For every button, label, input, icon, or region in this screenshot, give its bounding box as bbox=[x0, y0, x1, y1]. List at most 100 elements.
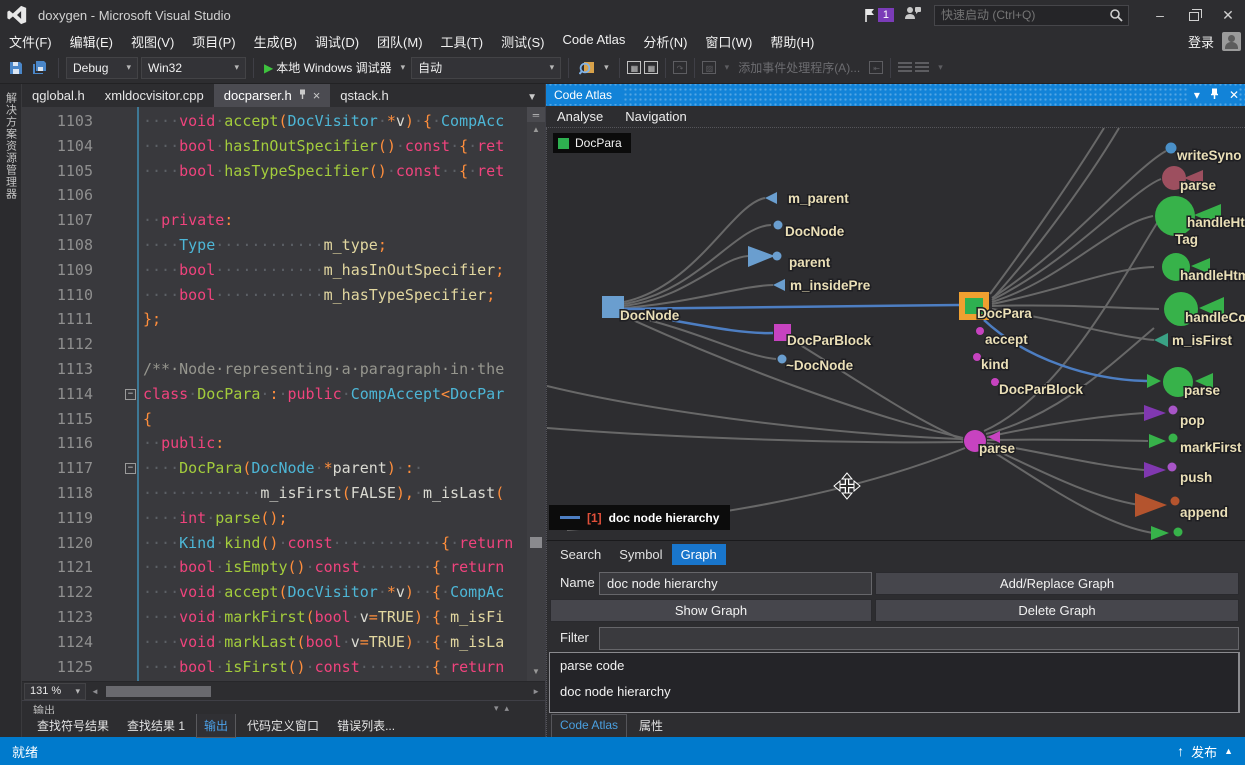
graph-node-kind[interactable] bbox=[973, 353, 981, 361]
graph-list-item[interactable]: doc node hierarchy bbox=[550, 679, 1238, 705]
splitter-handle[interactable]: ═ bbox=[527, 107, 545, 122]
graph-node-push[interactable] bbox=[1144, 462, 1177, 478]
graph-node-parent[interactable] bbox=[748, 246, 775, 267]
scroll-left-arrow[interactable]: ◄ bbox=[91, 687, 99, 696]
code-line-1111[interactable]: 1111}; bbox=[22, 307, 527, 332]
code-line-1116[interactable]: 1116··public: bbox=[22, 431, 527, 456]
solution-config-dropdown[interactable]: Debug▾ bbox=[66, 57, 138, 79]
code-line-1114[interactable]: 1114−class·DocPara·:·public·CompAccept<D… bbox=[22, 382, 527, 407]
code-line-1117[interactable]: 1117−····DocPara(DocNode·*parent)·:· bbox=[22, 456, 527, 481]
menu-item-5[interactable]: 调试(D) bbox=[306, 30, 368, 53]
menu-item-0[interactable]: 文件(F) bbox=[0, 30, 61, 53]
code-editor[interactable]: 1103····void·accept(DocVisitor·*v)·{·Com… bbox=[22, 107, 545, 681]
delete-graph-button[interactable]: Delete Graph bbox=[875, 599, 1239, 622]
code-line-1124[interactable]: 1124····void·markLast(bool·v=TRUE)··{·m_… bbox=[22, 630, 527, 655]
zoom-dropdown[interactable]: 131 %▾ bbox=[24, 683, 86, 700]
close-tab-icon[interactable]: × bbox=[313, 88, 321, 103]
scroll-right-arrow[interactable]: ► bbox=[532, 687, 540, 696]
graph-canvas[interactable]: DocPara [1] doc node hierarchy bbox=[546, 128, 1245, 540]
code-line-1122[interactable]: 1122····void·accept(DocVisitor·*v)··{·Co… bbox=[22, 580, 527, 605]
menu-item-4[interactable]: 生成(B) bbox=[245, 30, 306, 53]
pin-icon[interactable] bbox=[1210, 88, 1219, 103]
analyse-menu[interactable]: Analyse bbox=[546, 107, 614, 126]
scroll-down-arrow[interactable]: ▼ bbox=[527, 664, 545, 679]
editor-tab-qstack.h[interactable]: qstack.h bbox=[330, 84, 398, 107]
editor-tab-qglobal.h[interactable]: qglobal.h bbox=[22, 84, 95, 107]
menu-item-3[interactable]: 项目(P) bbox=[183, 30, 244, 53]
code-line-1103[interactable]: 1103····void·accept(DocVisitor·*v)·{·Com… bbox=[22, 109, 527, 134]
code-line-1118[interactable]: 1118·············m_isFirst(FALSE),·m_isL… bbox=[22, 481, 527, 506]
horizontal-scrollbar[interactable]: ◄ ► bbox=[89, 683, 542, 700]
horizontal-scroll-thumb[interactable] bbox=[106, 686, 211, 697]
graph-list-item[interactable]: parse code bbox=[550, 653, 1238, 679]
fold-collapse-icon[interactable]: − bbox=[125, 389, 136, 400]
editor-tab-xmldocvisitor.cpp[interactable]: xmldocvisitor.cpp bbox=[95, 84, 214, 107]
graph-node-markfirst[interactable] bbox=[1149, 434, 1178, 449]
code-line-1105[interactable]: 1105····bool·hasTypeSpecifier()·const··{… bbox=[22, 159, 527, 184]
attach-to-process-icon[interactable]: ▦ bbox=[627, 61, 641, 74]
minimize-button[interactable]: – bbox=[1143, 2, 1177, 28]
editor-tab-docparser.h[interactable]: docparser.h× bbox=[214, 84, 331, 107]
atlas-tab-symbol[interactable]: Symbol bbox=[610, 544, 671, 565]
vertical-scrollbar[interactable]: ═ ▲ ▼ bbox=[527, 107, 545, 681]
menu-item-8[interactable]: 测试(S) bbox=[492, 30, 553, 53]
graph-node-m-parent[interactable] bbox=[765, 192, 777, 204]
graph-node-docnode-ctor[interactable] bbox=[774, 221, 783, 230]
navigation-menu[interactable]: Navigation bbox=[614, 107, 697, 126]
feedback-icon[interactable] bbox=[904, 5, 922, 26]
graph-node-writesyno[interactable] bbox=[1166, 143, 1177, 154]
atlas-tab-graph[interactable]: Graph bbox=[672, 544, 726, 565]
close-button[interactable]: ✕ bbox=[1211, 2, 1245, 28]
window-position-icon[interactable]: ▾ bbox=[1194, 88, 1200, 102]
menu-item-12[interactable]: 帮助(H) bbox=[761, 30, 823, 53]
menu-item-10[interactable]: 分析(N) bbox=[634, 30, 696, 53]
graph-node-pop[interactable] bbox=[1144, 405, 1178, 421]
scroll-up-arrow[interactable]: ▲ bbox=[527, 122, 545, 137]
menu-item-7[interactable]: 工具(T) bbox=[432, 30, 493, 53]
bottom-tab-代码定义窗口[interactable]: 代码定义窗口 bbox=[240, 714, 326, 737]
collapsed-solution-explorer-tab[interactable]: 解决方案资源管理器 bbox=[0, 84, 22, 737]
code-line-1110[interactable]: 1110····bool············m_hasTypeSpecifi… bbox=[22, 283, 527, 308]
attach-to-process-alt-icon[interactable]: ▦ bbox=[644, 61, 658, 74]
graph-name-input[interactable] bbox=[599, 572, 872, 595]
menu-item-2[interactable]: 视图(V) bbox=[122, 30, 183, 53]
notifications-flag-icon[interactable]: 1 bbox=[864, 8, 894, 23]
code-line-1123[interactable]: 1123····void·markFirst(bool·v=TRUE)·{·m_… bbox=[22, 605, 527, 630]
graph-node-docparblock2[interactable] bbox=[991, 378, 999, 386]
graph-node-m-isfirst[interactable] bbox=[1154, 333, 1168, 347]
code-line-1112[interactable]: 1112 bbox=[22, 332, 527, 357]
menu-item-6[interactable]: 团队(M) bbox=[368, 30, 432, 53]
bottom-tab-查找符号结果[interactable]: 查找符号结果 bbox=[30, 714, 116, 737]
quick-launch-input[interactable] bbox=[935, 8, 1109, 22]
bottom-tab-错误列表...[interactable]: 错误列表... bbox=[330, 714, 402, 737]
menu-item-1[interactable]: 编辑(E) bbox=[61, 30, 122, 53]
code-line-1104[interactable]: 1104····bool·hasInOutSpecifier()·const·{… bbox=[22, 134, 527, 159]
user-avatar[interactable] bbox=[1222, 32, 1241, 51]
mode-dropdown[interactable]: 自动▾ bbox=[411, 57, 561, 79]
pin-tab-icon[interactable] bbox=[298, 88, 307, 103]
vertical-scroll-thumb[interactable] bbox=[530, 537, 542, 548]
save-button[interactable] bbox=[6, 59, 26, 77]
graph-node-partial-bottom[interactable] bbox=[1151, 526, 1183, 540]
graph-node-accept[interactable] bbox=[976, 327, 984, 335]
menu-item-11[interactable]: 窗口(W) bbox=[696, 30, 761, 53]
atlas-bottom-tab-Code Atlas[interactable]: Code Atlas bbox=[551, 714, 627, 737]
code-line-1120[interactable]: 1120····Kind·kind()·const············{·r… bbox=[22, 531, 527, 556]
code-atlas-title-bar[interactable]: Code Atlas ▾ ✕ bbox=[546, 84, 1245, 106]
bottom-tab-查找结果 1[interactable]: 查找结果 1 bbox=[120, 714, 192, 737]
code-line-1115[interactable]: 1115{ bbox=[22, 407, 527, 432]
code-line-1109[interactable]: 1109····bool············m_hasInOutSpecif… bbox=[22, 258, 527, 283]
filter-input[interactable] bbox=[599, 627, 1239, 650]
code-line-1119[interactable]: 1119····int·parse(); bbox=[22, 506, 527, 531]
start-debug-button[interactable]: ▶ 本地 Windows 调试器 ▾ bbox=[261, 57, 408, 78]
publish-caret-icon[interactable]: ▲ bbox=[1224, 746, 1233, 756]
add-replace-graph-button[interactable]: Add/Replace Graph bbox=[875, 572, 1239, 595]
bottom-tab-输出[interactable]: 输出 bbox=[196, 713, 236, 738]
code-line-1106[interactable]: 1106 bbox=[22, 183, 527, 208]
save-all-button[interactable] bbox=[29, 58, 51, 77]
menu-item-9[interactable]: Code Atlas bbox=[553, 30, 634, 53]
publish-label[interactable]: 发布 bbox=[1191, 742, 1217, 761]
code-line-1113[interactable]: 1113/**·Node·representing·a·paragraph·in… bbox=[22, 357, 527, 382]
restore-button[interactable] bbox=[1177, 2, 1211, 28]
graph-node-parent-dot[interactable] bbox=[773, 252, 782, 261]
